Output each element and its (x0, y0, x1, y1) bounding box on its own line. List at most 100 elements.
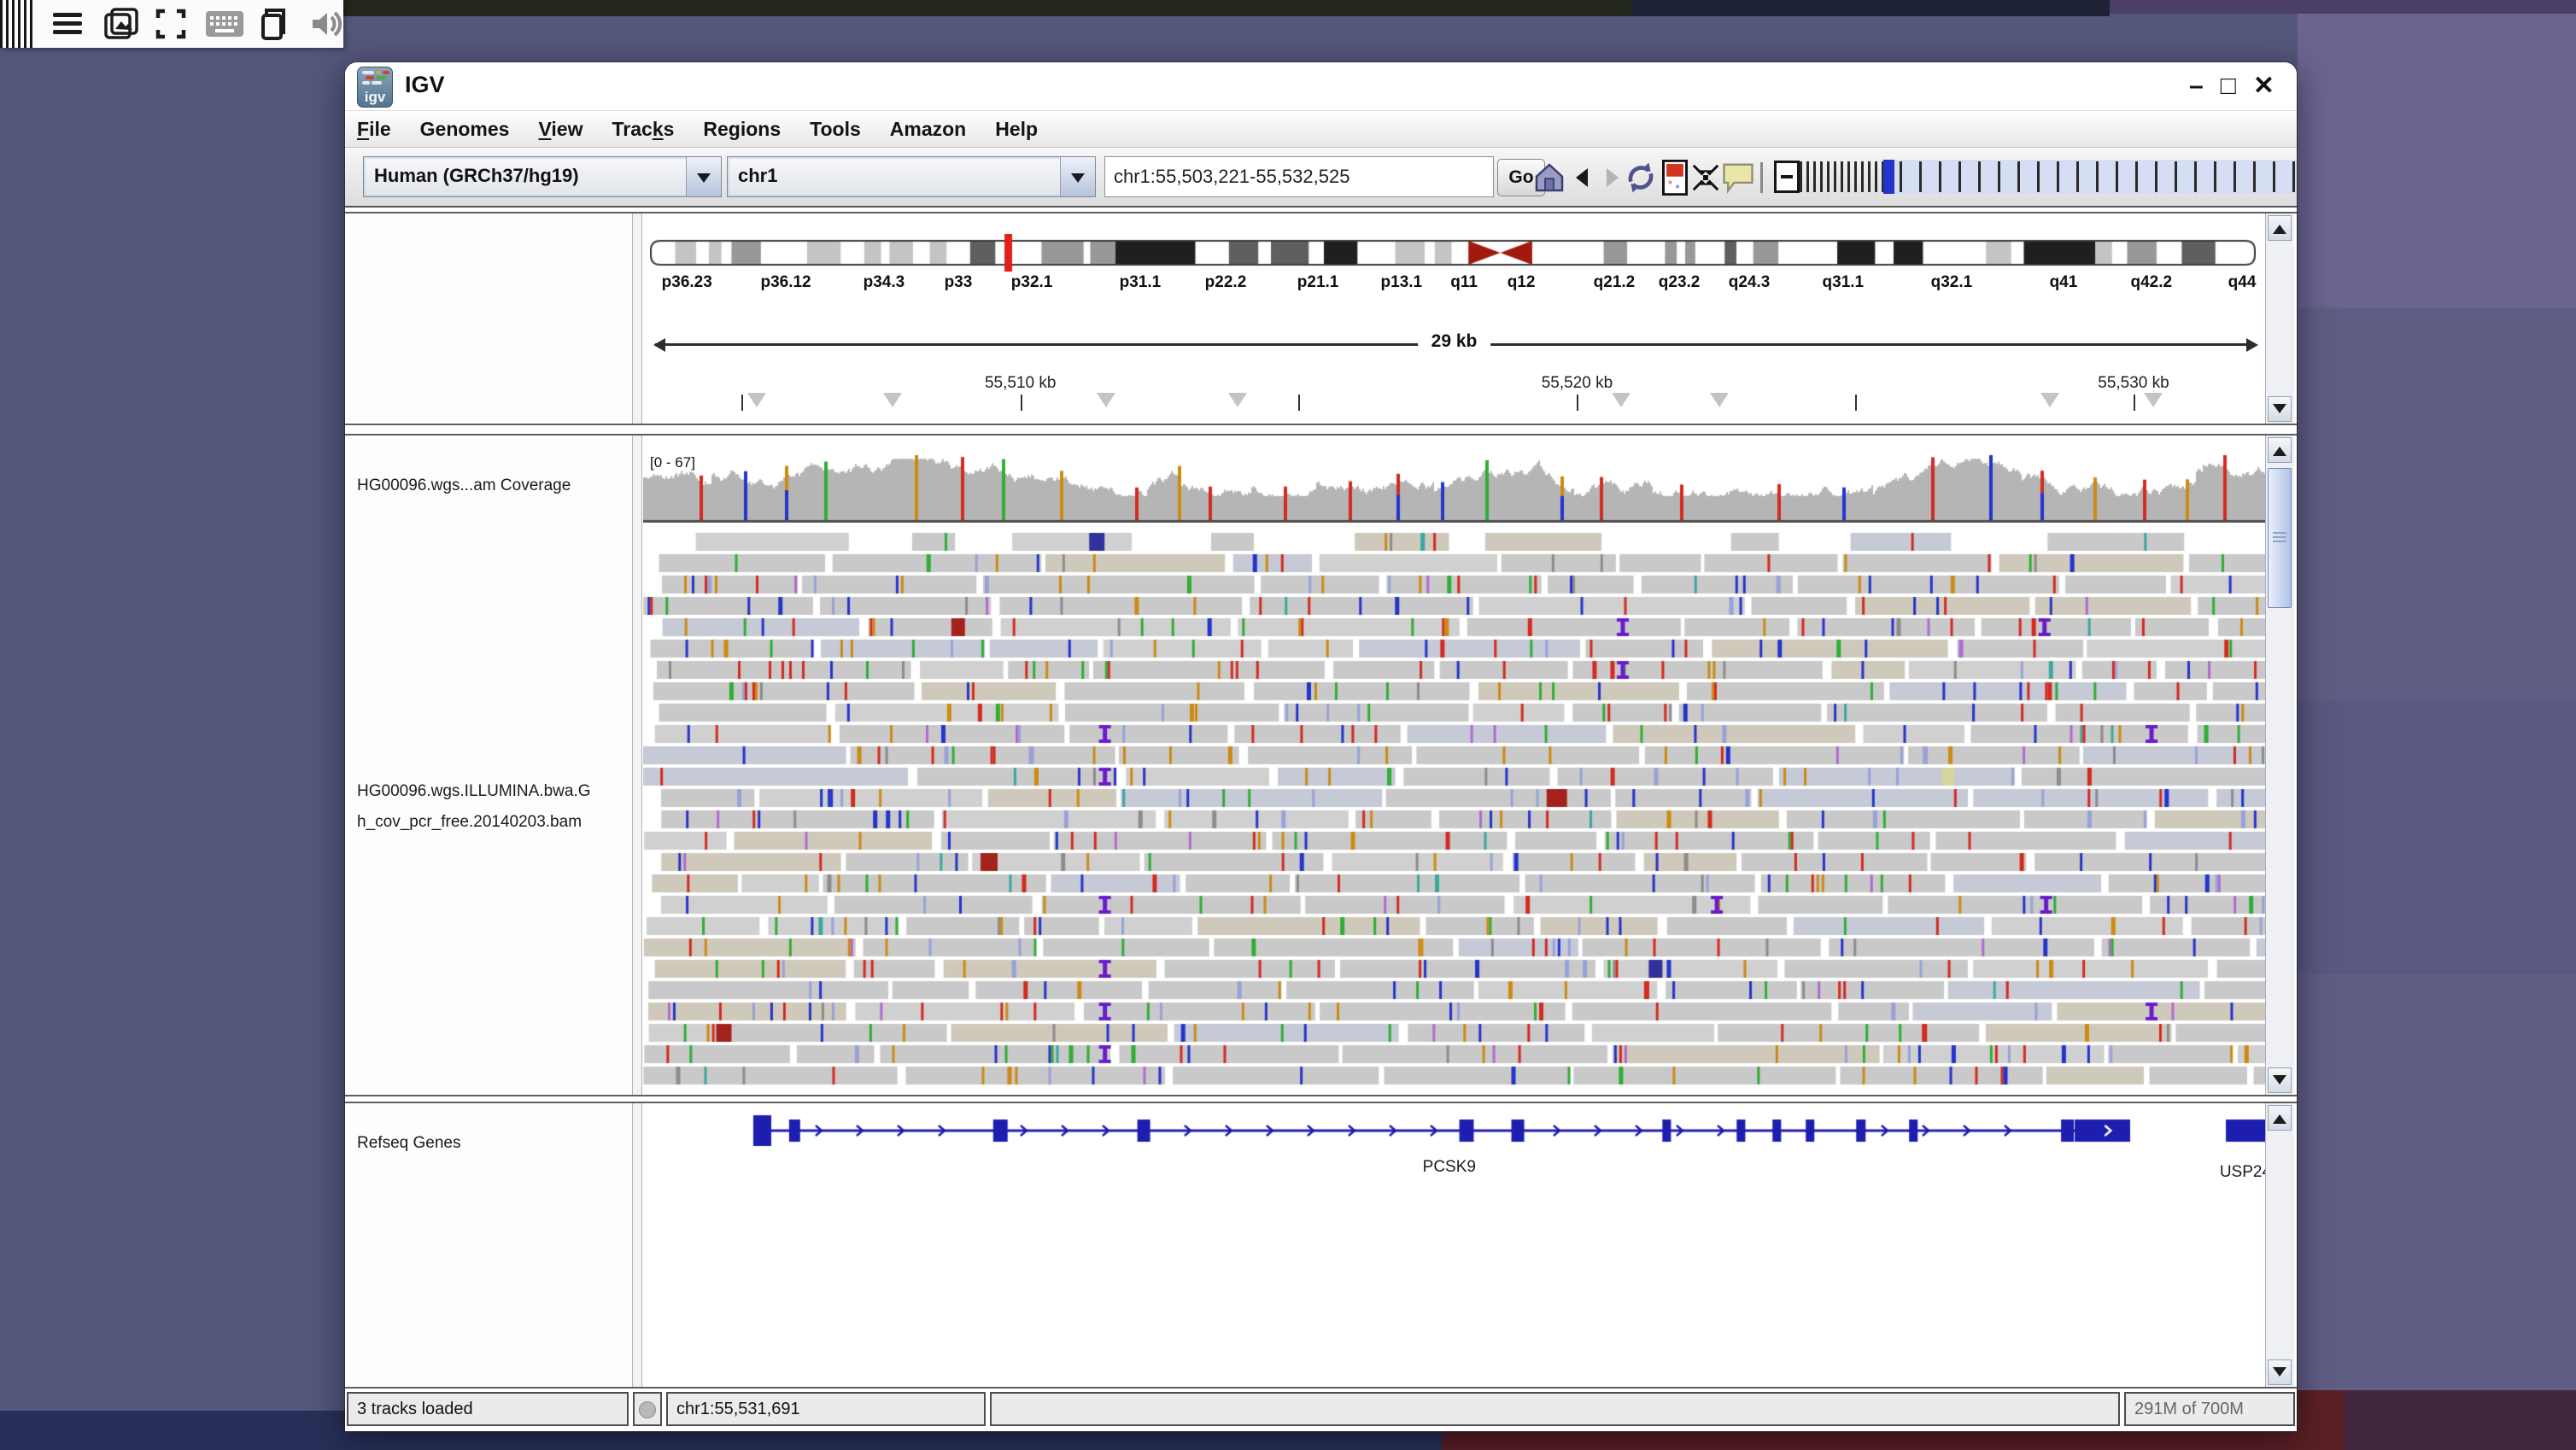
ruler-marker-triangle[interactable] (1710, 393, 1729, 417)
fit-window-icon[interactable] (1688, 159, 1724, 196)
igv-window: igv IGV – □ ✕ File Genomes View Tracks Regio… (345, 62, 2297, 1431)
alignment-track-label-line2[interactable]: h_cov_pcr_free.20140203.bam (357, 813, 582, 832)
locus-panel-name-column (345, 213, 632, 424)
zoom-slider-track[interactable] (1800, 161, 1883, 192)
data-panel-data: [0 - 67] (643, 436, 2265, 1095)
ruler-marker-triangle[interactable] (1097, 393, 1115, 417)
ruler-marker-triangle[interactable] (1612, 393, 1630, 417)
name-data-divider[interactable] (632, 436, 642, 1095)
chromosome-select-arrow[interactable] (1060, 157, 1095, 196)
scroll-down-button[interactable] (2268, 396, 2292, 422)
tracks-loaded-status: 3 tracks loaded (347, 1392, 629, 1426)
home-icon[interactable] (1531, 159, 1567, 196)
menu-file[interactable]: File (357, 118, 391, 141)
name-data-divider[interactable] (632, 1103, 642, 1387)
cytoband-label: p13.1 (1381, 273, 1423, 292)
cytoband-label: q31.1 (1823, 273, 1865, 292)
scroll-up-button[interactable] (2268, 437, 2292, 463)
coverage-track-label[interactable]: HG00096.wgs...am Coverage (357, 477, 571, 495)
drag-handle[interactable] (0, 0, 32, 48)
igv-logo-text: igv (358, 89, 392, 106)
zoom-slider-range[interactable] (1894, 160, 2297, 194)
locus-input[interactable]: chr1:55,503,221-55,532,525 (1104, 156, 1494, 197)
zoom-out-icon[interactable] (1774, 161, 1800, 193)
feature-panel-data: PCSK9 USP24 (643, 1103, 2265, 1387)
ruler-marker-triangle[interactable] (2040, 393, 2059, 417)
feature-panel-scrollbar[interactable] (2265, 1103, 2294, 1387)
chromosome-select[interactable]: chr1 (727, 156, 1096, 197)
volume-icon[interactable] (309, 7, 343, 41)
refresh-icon[interactable] (1623, 159, 1659, 196)
ruler-tick (1298, 395, 1300, 411)
fullscreen-icon[interactable] (155, 7, 186, 41)
scroll-thumb[interactable] (2268, 468, 2292, 608)
ruler-tick (1577, 395, 1578, 411)
copy-icon[interactable] (258, 7, 290, 41)
genome-select[interactable]: Human (GRCh37/hg19) (363, 156, 722, 197)
ruler-marker-triangle[interactable] (747, 393, 766, 417)
cytoband-label: q21.2 (1594, 273, 1636, 292)
coverage-histogram[interactable] (643, 453, 2265, 523)
gene-label-usp24[interactable]: USP24 (2220, 1163, 2265, 1182)
menu-genomes[interactable]: Genomes (420, 118, 510, 141)
genome-select-value: Human (GRCh37/hg19) (364, 157, 686, 196)
chromosome-ideogram[interactable] (650, 234, 2256, 272)
screenshot-icon[interactable] (102, 7, 137, 41)
ruler-marker-triangle[interactable] (2144, 393, 2163, 417)
cytoband-label: q11 (1450, 273, 1478, 292)
genome-select-arrow[interactable] (686, 157, 721, 196)
ruler-tick (741, 395, 743, 411)
minimize-button[interactable]: – (2189, 69, 2204, 103)
triangle-down-icon (2273, 1075, 2286, 1091)
ruler-tick (2134, 395, 2135, 411)
genes-track-label[interactable]: Refseq Genes (357, 1134, 460, 1153)
close-button[interactable]: ✕ (2253, 69, 2274, 103)
cytoband-label: p33 (945, 273, 973, 292)
title-bar[interactable]: igv IGV – □ ✕ (345, 62, 2297, 110)
menu-tracks[interactable]: Tracks (612, 118, 674, 141)
scroll-up-button[interactable] (2268, 1105, 2292, 1131)
menu-amazon[interactable]: Amazon (890, 118, 966, 141)
ruler-marker-triangle[interactable] (1228, 393, 1247, 417)
cytoband-label: p36.23 (662, 273, 712, 292)
menu-tools[interactable]: Tools (810, 118, 861, 141)
data-panel-scrollbar[interactable] (2265, 436, 2294, 1095)
ruler-tick (1855, 395, 1857, 411)
cytoband-label: p36.12 (760, 273, 811, 292)
window-title: IGV (405, 72, 445, 98)
cytoband-label: p31.1 (1120, 273, 1162, 292)
ruler-tick-label: 55,510 kb (985, 374, 1056, 393)
keyboard-icon[interactable] (205, 7, 239, 41)
tooltip-bubble-icon[interactable] (1720, 159, 1756, 196)
ruler-arrow-left (647, 338, 665, 352)
chromosome-select-value: chr1 (728, 157, 1060, 196)
gene-label-pcsk9[interactable]: PCSK9 (1423, 1158, 1476, 1177)
cytoband-label: q41 (2050, 273, 2078, 292)
menu-icon[interactable] (51, 7, 84, 41)
feature-panel: Refseq Genes PCSK9 USP24 (345, 1102, 2297, 1389)
zoom-slider-ticks (1900, 161, 2297, 192)
cytoband-label: q23.2 (1659, 273, 1701, 292)
cytoband-label: q42.2 (2131, 273, 2173, 292)
toolbar-separator (1760, 162, 1763, 193)
activity-indicator (639, 1401, 656, 1418)
menu-regions[interactable]: Regions (703, 118, 781, 141)
feature-panel-name-column: Refseq Genes (345, 1103, 632, 1387)
scroll-down-button[interactable] (2268, 1359, 2292, 1385)
menu-help[interactable]: Help (995, 118, 1038, 141)
maximize-button[interactable]: □ (2221, 69, 2236, 103)
scroll-down-button[interactable] (2268, 1067, 2292, 1093)
scroll-up-button[interactable] (2268, 215, 2292, 241)
triangle-up-icon (2273, 1108, 2286, 1124)
locus-panel: p36.23p36.12p34.3p33p32.1p31.1p22.2p21.1… (345, 212, 2297, 425)
alignment-pileup[interactable] (643, 531, 2265, 1095)
desktop-patch (1631, 0, 2110, 16)
ruler-marker-triangle[interactable] (883, 393, 902, 417)
refseq-genes-track[interactable] (643, 1108, 2265, 1158)
alignment-track-label-line1[interactable]: HG00096.wgs.ILLUMINA.bwa.G (357, 782, 591, 801)
zoom-slider-thumb[interactable] (1883, 160, 1894, 194)
name-data-divider[interactable] (632, 213, 642, 424)
locus-panel-scrollbar[interactable] (2265, 213, 2294, 424)
menu-view[interactable]: View (538, 118, 583, 141)
triangle-up-icon (2273, 440, 2286, 456)
